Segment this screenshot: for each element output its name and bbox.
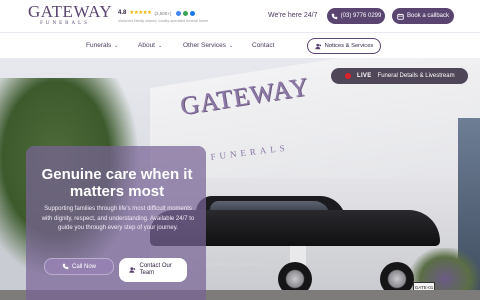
contact-team-button[interactable]: Contact Our Team xyxy=(119,258,187,282)
nav-label: About xyxy=(138,42,155,49)
live-tag: LIVE xyxy=(357,73,372,79)
phone-button[interactable]: (03) 9776 0299 xyxy=(327,8,385,24)
review-site-icon xyxy=(183,10,189,16)
availability-text: We're here 24/7 xyxy=(268,12,318,19)
call-now-label: Call Now xyxy=(71,263,96,270)
logo-subtitle: FUNERALS xyxy=(40,21,90,26)
google-icon xyxy=(176,10,182,16)
nav-item-funerals[interactable]: Funerals ⌄ xyxy=(86,42,119,49)
chevron-down-icon: ⌄ xyxy=(158,42,163,49)
hero-description: Supporting families through life's most … xyxy=(41,206,195,231)
notices-services-button[interactable]: Notices & Services xyxy=(307,38,381,54)
phone-label: (03) 9776 0299 xyxy=(340,13,382,19)
calendar-icon xyxy=(397,13,404,20)
rating-count: (2,500+) xyxy=(154,10,172,16)
review-site-logos xyxy=(176,10,196,16)
nav-label: Other Services xyxy=(183,42,226,49)
chevron-down-icon: ⌄ xyxy=(114,42,119,49)
live-indicator-icon xyxy=(345,73,351,79)
nav-item-about[interactable]: About ⌄ xyxy=(138,42,162,49)
logo[interactable]: GATEWAY FUNERALS xyxy=(28,2,113,26)
chevron-down-icon: ⌄ xyxy=(229,42,234,49)
contact-team-label: Contact Our Team xyxy=(139,263,172,276)
book-callback-button[interactable]: Book a callback xyxy=(392,8,454,24)
facebook-icon xyxy=(190,10,196,16)
book-callback-label: Book a callback xyxy=(406,13,450,19)
rating-widget[interactable]: 4.8 ★★★★★ (2,500+) Victoria's family own… xyxy=(118,9,208,25)
main-nav: Funerals ⌄ About ⌄ Other Services ⌄ Cont… xyxy=(0,32,480,58)
hearse-decal: GATEWAY FUNERALS xyxy=(204,262,265,268)
logo-wordmark: GATEWAY xyxy=(28,2,113,21)
livestream-button[interactable]: LIVE Funeral Details & Livestream xyxy=(331,68,468,84)
rating-score: 4.8 xyxy=(118,10,127,16)
call-now-button[interactable]: Call Now xyxy=(44,258,114,275)
livestream-label: Funeral Details & Livestream xyxy=(377,73,455,79)
nav-label: Contact xyxy=(252,42,275,49)
rating-note: Victoria's family owned, locally operate… xyxy=(118,19,209,23)
people-icon xyxy=(128,267,136,274)
hero-title: Genuine care when it matters most xyxy=(41,166,193,200)
nav-item-contact[interactable]: Contact xyxy=(252,42,274,49)
phone-icon xyxy=(62,263,69,270)
top-header: GATEWAY FUNERALS 4.8 ★★★★★ (2,500+) Vict… xyxy=(0,0,480,32)
rating-stars: ★★★★★ xyxy=(129,10,152,16)
people-icon xyxy=(315,43,322,50)
nav-item-other-services[interactable]: Other Services ⌄ xyxy=(183,42,233,49)
notices-services-label: Notices & Services xyxy=(324,43,374,49)
phone-icon xyxy=(331,13,338,20)
nav-label: Funerals xyxy=(86,42,112,49)
